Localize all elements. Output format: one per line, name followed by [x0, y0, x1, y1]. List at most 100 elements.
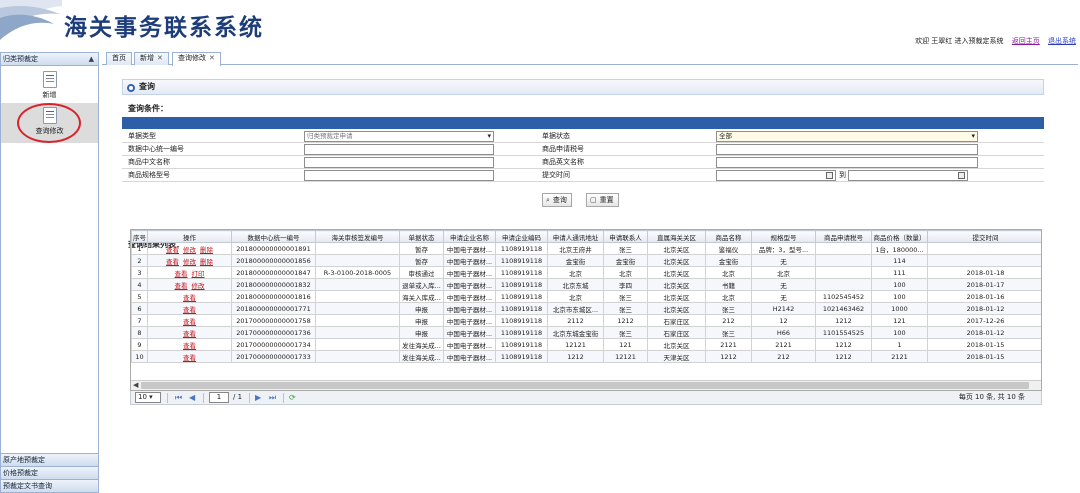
document-icon: [42, 71, 57, 88]
table-row[interactable]: 6 查看 201800000000001771 申报 中国电子器材... 11089191…: [131, 302, 1041, 315]
submit-time-cell: [927, 242, 1041, 255]
table-row[interactable]: 3 查看 打印 201800000000001847 R-3-0100-2018-000…: [131, 266, 1041, 279]
tab-home[interactable]: 首页: [106, 52, 132, 65]
data-center-id-input[interactable]: [304, 144, 494, 155]
goods-en-name-input[interactable]: [716, 157, 978, 168]
table-row[interactable]: 9 查看 201700000000001734 发往海关成... 中国电子器材... 11…: [131, 338, 1041, 351]
home-link[interactable]: 返回主页: [1012, 37, 1040, 45]
row-number: 2: [131, 254, 148, 267]
data-center-id-cell: 201700000000001734: [231, 338, 316, 351]
table-row[interactable]: 10 查看 201700000000001733 发往海关成... 中国电子器材... 1…: [131, 350, 1041, 363]
contact-cell: 121: [603, 338, 648, 351]
view-link[interactable]: 查看: [183, 342, 196, 350]
calendar-icon[interactable]: [958, 172, 965, 179]
column-header: 直属海关关区: [647, 230, 706, 243]
reset-button[interactable]: ▢ 重置: [586, 193, 619, 207]
next-page-icon[interactable]: ▶: [255, 391, 261, 404]
submit-time-cell: [927, 254, 1041, 267]
scrollbar-thumb[interactable]: [141, 382, 1029, 389]
view-link[interactable]: 查看: [166, 258, 179, 266]
doc-type-select[interactable]: 归类预裁定申请: [304, 131, 494, 142]
tab-add[interactable]: 新增 ✕: [134, 52, 169, 65]
delete-link[interactable]: 删除: [200, 246, 213, 254]
pager-divider: [167, 393, 168, 403]
view-link[interactable]: 查看: [183, 318, 196, 326]
submit-time-cell: 2018-01-17: [927, 278, 1041, 291]
data-center-id-cell: 201700000000001736: [231, 326, 316, 339]
sidebar-item-price-ruling[interactable]: 价格预裁定: [1, 466, 98, 479]
prev-page-icon[interactable]: ◀: [189, 391, 195, 404]
tab-query-edit[interactable]: 查询修改 ✕: [172, 52, 221, 66]
scroll-left-icon[interactable]: ◀: [133, 381, 138, 390]
goods-name-cell: 212: [705, 314, 752, 327]
column-header: 单据状态: [399, 230, 444, 243]
query-panel: 查询 查询条件： 单据类型 归类预裁定申请 单据状态 全部 数据中心统一编号 商…: [122, 79, 1044, 249]
reset-icon: ▢: [590, 196, 597, 204]
submit-time-from-input[interactable]: [716, 170, 836, 181]
first-page-icon[interactable]: ⏮: [175, 391, 182, 404]
doc-status-select[interactable]: 全部: [716, 131, 978, 142]
condition-row: 商品规格型号 提交时间 到: [122, 169, 1044, 182]
logo-swoosh-icon: [0, 0, 62, 40]
customs-cell: 北京关区: [647, 242, 706, 255]
table-row[interactable]: 4 查看 修改 201800000000001832 退单或入库... 中国电子器材...…: [131, 278, 1041, 291]
table-row[interactable]: 2 查看 修改 删除 201800000000001856 暂存 中国电子器材... 1108…: [131, 254, 1041, 267]
contact-cell: 1212: [603, 314, 648, 327]
goods-name-cell: 北京: [705, 290, 752, 303]
user-bar: 欢迎 王翠红 进入预裁定系统 返回主页 退出系统: [915, 36, 1076, 46]
print-link[interactable]: 打印: [192, 270, 205, 278]
goods-en-name-label: 商品英文名称: [542, 158, 584, 166]
view-link[interactable]: 查看: [183, 294, 196, 302]
close-icon[interactable]: ✕: [209, 54, 215, 62]
calendar-icon[interactable]: [826, 172, 833, 179]
edit-link[interactable]: 修改: [183, 246, 196, 254]
table-row[interactable]: 5 查看 201800000000001816 海关入库成... 中国电子器材... 11…: [131, 290, 1041, 303]
delete-link[interactable]: 删除: [200, 258, 213, 266]
doc-status-label: 单据状态: [542, 132, 570, 140]
view-link[interactable]: 查看: [183, 330, 196, 338]
goods-cn-name-input[interactable]: [304, 157, 494, 168]
contact-cell: 张三: [603, 302, 648, 315]
view-link[interactable]: 查看: [175, 270, 188, 278]
sidebar-section-header[interactable]: 归类预裁定 ▲: [1, 53, 98, 66]
customs-cell: 天津关区: [647, 350, 706, 363]
edit-link[interactable]: 修改: [183, 258, 196, 266]
edit-link[interactable]: 修改: [192, 282, 205, 290]
contact-cell: 张三: [603, 326, 648, 339]
condition-row: 单据类型 归类预裁定申请 单据状态 全部: [122, 130, 1044, 143]
view-link[interactable]: 查看: [183, 354, 196, 362]
last-page-icon[interactable]: ⏭: [269, 391, 276, 404]
sidebar-item-ruling-docs[interactable]: 预裁定文书查询: [1, 479, 98, 492]
search-button[interactable]: ⌕ 查询: [542, 193, 572, 207]
page-size-select[interactable]: 10 ▾: [135, 392, 161, 403]
conditions-label: 查询条件：: [128, 104, 168, 113]
refresh-icon[interactable]: ⟳: [289, 391, 296, 404]
goods-apply-no-input[interactable]: [716, 144, 978, 155]
view-link[interactable]: 查看: [166, 246, 179, 254]
logout-link[interactable]: 退出系统: [1048, 37, 1076, 45]
horizontal-scrollbar[interactable]: ◀ ▶: [131, 380, 1041, 390]
close-icon[interactable]: ✕: [157, 54, 163, 62]
column-header: 序号: [131, 230, 148, 243]
view-link[interactable]: 查看: [183, 306, 196, 314]
tax-no-cell: 1212: [815, 350, 872, 363]
company-cell: 中国电子器材...: [443, 350, 496, 363]
column-header: 商品价格（数量）: [871, 230, 928, 243]
goods-spec-input[interactable]: [304, 170, 494, 181]
row-number: 10: [131, 350, 148, 363]
table-row[interactable]: 7 查看 201700000000001758 申报 中国电子器材... 11089191…: [131, 314, 1041, 327]
row-actions: 查看: [147, 350, 232, 363]
company-code-cell: 1108919118: [495, 278, 548, 291]
submit-time-to-input[interactable]: [848, 170, 968, 181]
page-number-input[interactable]: 1: [209, 392, 229, 403]
sidebar-item-origin-ruling[interactable]: 原产地预裁定: [1, 453, 98, 466]
collapse-icon[interactable]: ▲: [89, 53, 94, 65]
panel-title-bar: 查询: [122, 79, 1044, 95]
view-link[interactable]: 查看: [175, 282, 188, 290]
price-cell: 1000: [871, 302, 928, 315]
table-row[interactable]: 1 查看 修改 删除 201800000000001891 暂存 中国电子器材... 1108…: [131, 242, 1041, 255]
table-row[interactable]: 8 查看 201700000000001736 申报 中国电子器材... 11089191…: [131, 326, 1041, 339]
contact-cell: 12121: [603, 350, 648, 363]
company-cell: 中国电子器材...: [443, 266, 496, 279]
pager-info: 每页 10 条, 共 10 条: [958, 393, 1025, 401]
